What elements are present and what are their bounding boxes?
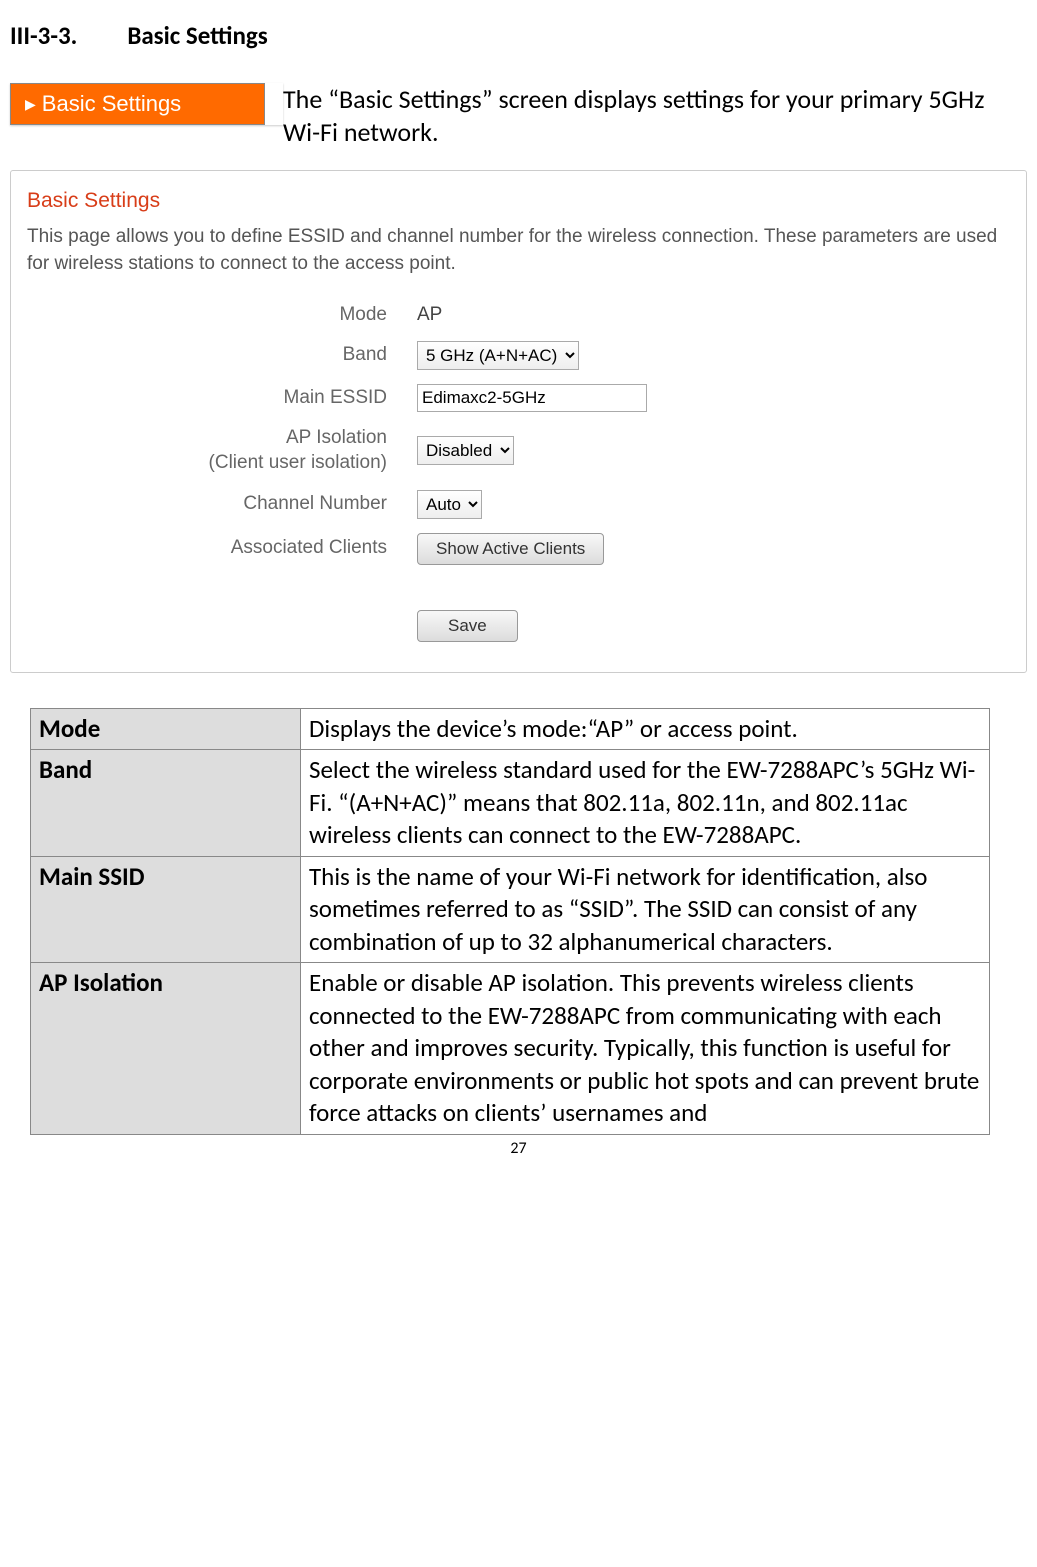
ap-isolation-label: AP Isolation (Client user isolation) xyxy=(27,426,417,475)
table-cell-desc: Select the wireless standard used for th… xyxy=(301,750,990,857)
channel-row: Channel Number Auto xyxy=(27,490,1010,519)
section-number: III-3-3. xyxy=(10,20,77,51)
show-active-clients-button[interactable]: Show Active Clients xyxy=(417,533,604,565)
mode-value: AP xyxy=(417,303,1010,328)
ap-isolation-label-line1: AP Isolation xyxy=(286,427,387,448)
essid-input[interactable] xyxy=(417,384,647,412)
ap-isolation-label-line2: (Client user isolation) xyxy=(209,452,387,473)
table-cell-name: Mode xyxy=(31,708,301,750)
channel-label: Channel Number xyxy=(27,492,417,517)
band-row: Band 5 GHz (A+N+AC) xyxy=(27,341,1010,370)
channel-select[interactable]: Auto xyxy=(417,490,482,519)
table-cell-desc: This is the name of your Wi-Fi network f… xyxy=(301,856,990,963)
arrow-right-icon: ▶ xyxy=(25,96,36,112)
panel-description: This page allows you to define ESSID and… xyxy=(27,224,1010,277)
intro-text: The “Basic Settings” screen displays set… xyxy=(283,83,1027,151)
page-number: 27 xyxy=(10,1139,1027,1160)
table-cell-name: Main SSID xyxy=(31,856,301,963)
clients-label: Associated Clients xyxy=(27,536,417,561)
save-button[interactable]: Save xyxy=(417,610,518,642)
table-row: Mode Displays the device’s mode:“AP” or … xyxy=(31,708,990,750)
basic-settings-nav-chip[interactable]: ▶ Basic Settings xyxy=(10,83,265,126)
intro-row: ▶ Basic Settings The “Basic Settings” scr… xyxy=(10,83,1027,151)
ap-isolation-row: AP Isolation (Client user isolation) Dis… xyxy=(27,426,1010,475)
table-cell-desc: Displays the device’s mode:“AP” or acces… xyxy=(301,708,990,750)
mode-label: Mode xyxy=(27,303,417,328)
table-row: AP Isolation Enable or disable AP isolat… xyxy=(31,963,990,1135)
section-heading: III-3-3. Basic Settings xyxy=(10,20,1027,53)
section-title: Basic Settings xyxy=(127,20,267,51)
table-row: Main SSID This is the name of your Wi-Fi… xyxy=(31,856,990,963)
clients-row: Associated Clients Show Active Clients xyxy=(27,533,1010,565)
table-cell-name: Band xyxy=(31,750,301,857)
band-label: Band xyxy=(27,343,417,368)
table-row: Band Select the wireless standard used f… xyxy=(31,750,990,857)
band-select[interactable]: 5 GHz (A+N+AC) xyxy=(417,341,579,370)
essid-row: Main ESSID xyxy=(27,384,1010,412)
save-row: Save xyxy=(27,610,1010,642)
ap-isolation-select[interactable]: Disabled xyxy=(417,436,514,465)
table-cell-desc: Enable or disable AP isolation. This pre… xyxy=(301,963,990,1135)
mode-row: Mode AP xyxy=(27,303,1010,328)
info-table: Mode Displays the device’s mode:“AP” or … xyxy=(30,708,990,1135)
settings-panel: Basic Settings This page allows you to d… xyxy=(10,170,1027,673)
nav-chip-wrap: ▶ Basic Settings xyxy=(10,83,283,126)
table-cell-name: AP Isolation xyxy=(31,963,301,1135)
nav-chip-label: Basic Settings xyxy=(42,91,181,116)
essid-label: Main ESSID xyxy=(27,386,417,411)
panel-title: Basic Settings xyxy=(27,187,1010,214)
